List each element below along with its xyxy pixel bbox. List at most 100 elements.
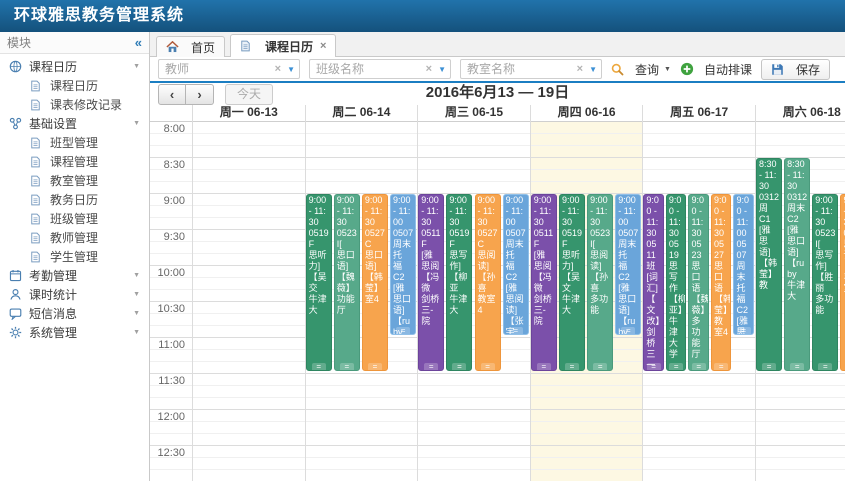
chevron-down-icon[interactable]: ▼ (586, 65, 597, 74)
next-week-button[interactable]: › (186, 84, 214, 105)
resize-handle[interactable]: = (818, 363, 832, 370)
tab-1[interactable]: 课程日历× (230, 34, 336, 57)
calendar-event[interactable]: 9:00 - 11:30 0523 思口语 【魏 薇】多 功能厅= (688, 194, 709, 371)
sidebar-item[interactable]: 课程管理 (0, 152, 149, 171)
day-header-divider (150, 121, 845, 122)
expand-caret-icon[interactable]: ▼ (133, 120, 140, 127)
expand-caret-icon[interactable]: ▼ (133, 63, 140, 70)
calendar-event[interactable]: 9:00 - 11:30 0519 思写作 【柳 亚】牛 津大学= (666, 194, 687, 371)
resize-handle[interactable]: = (669, 363, 683, 370)
calendar-event[interactable]: 9:00 - 11:30 0511 班[词 汇]【 文改】 剑桥三 一学院= (643, 194, 664, 371)
calendar-event[interactable]: 9:00 - 11:30 0523I[ 思口语] 【魏薇】 功能厅= (334, 194, 360, 371)
sidebar-item[interactable]: 班级管理 (0, 209, 149, 228)
resize-handle[interactable]: = (481, 363, 495, 370)
resize-handle[interactable]: = (762, 363, 776, 370)
sidebar: « 模块 课程日历▼课程日历课表修改记录基础设置▼班型管理课程管理教室管理教务日… (0, 32, 150, 481)
sidebar-item[interactable]: 学生管理 (0, 247, 149, 266)
calendar-event[interactable]: 8:30 - 11:30 0312周 C1[雅思 语]【韩 莹】教= (756, 158, 782, 371)
main-panel: 首页课程日历× ×▼×▼×▼ 查询 ▼ 自动排课 保存 2016年6月13 — … (150, 32, 845, 481)
calendar-event[interactable]: 9:00 - 11:30 0527C 思阅读] 【孙喜 教室4= (475, 194, 501, 371)
calendar-event[interactable]: 9:00 - 11:30 0519F 思听力] 【吴文 牛津大= (559, 194, 585, 371)
calendar-event[interactable]: 9:00 - 11:30 0527 思阅 读] 【 丰】 室= (840, 194, 845, 371)
sidebar-item[interactable]: 课程日历 (0, 76, 149, 95)
clear-icon[interactable]: × (272, 63, 284, 75)
sidebar-item-label: 基础设置 (29, 115, 77, 132)
resize-handle[interactable]: = (452, 363, 466, 370)
sidebar-group[interactable]: 课时统计▼ (0, 285, 149, 304)
auto-schedule-button[interactable]: 自动排课 (680, 61, 752, 78)
resize-handle[interactable]: = (509, 327, 523, 334)
close-tab-icon[interactable]: × (320, 40, 326, 52)
day-header: 周三 06-15 (417, 105, 530, 121)
resize-handle[interactable]: = (396, 327, 410, 334)
resize-handle[interactable]: = (593, 363, 607, 370)
sidebar-item[interactable]: 教室管理 (0, 171, 149, 190)
filter-input-0[interactable] (163, 61, 272, 77)
calendar-event[interactable]: 9:00 - 11:00 0507 周末托 福 C2[雅 思阅 读] 【张宇 苗… (503, 194, 529, 335)
calendar-event[interactable]: 9:00 - 11:30 0527C 思口语] 【韩莹】 室4= (362, 194, 388, 371)
calendar-event[interactable]: 9:00 - 11:30 0527 思口语 【韩 莹】教 室4= (711, 194, 732, 371)
time-label: 9:30 (150, 231, 185, 243)
time-label: 11:00 (150, 339, 185, 351)
prev-week-button[interactable]: ‹ (158, 84, 186, 105)
day-header: 周二 06-14 (305, 105, 418, 121)
sidebar-item[interactable]: 班型管理 (0, 133, 149, 152)
sidebar-item[interactable]: 教务日历 (0, 190, 149, 209)
save-button[interactable]: 保存 (761, 59, 830, 80)
calendar-event[interactable]: 9:00 - 11:30 0519F 思听力] 【吴交 牛津大= (306, 194, 332, 371)
calendar-event[interactable]: 9:00 - 11:30 0511F [雅思阅 【冯微 剑桥三- 院= (418, 194, 444, 371)
filter-input-1[interactable] (314, 61, 423, 77)
event-title: 9:00 - 11:30 0511 班[词 汇]【 文改】 剑桥三 一学院 (644, 195, 663, 371)
resize-handle[interactable]: = (424, 363, 438, 370)
resize-handle[interactable]: = (368, 363, 382, 370)
sidebar-group[interactable]: 课程日历▼ (0, 57, 149, 76)
tabdoc-icon (240, 40, 255, 53)
calendar-grid: 8:008:309:009:3010:0010:3011:0011:3012:0… (150, 105, 845, 481)
resize-handle[interactable]: = (692, 363, 706, 370)
expand-caret-icon[interactable]: ▼ (133, 310, 140, 317)
sidebar-item-label: 课程管理 (50, 153, 98, 170)
tab-0[interactable]: 首页 (156, 36, 225, 57)
resize-handle[interactable]: = (647, 363, 661, 370)
chevron-down-icon[interactable]: ▼ (435, 65, 446, 74)
day-header: 周五 06-17 (642, 105, 755, 121)
query-button[interactable]: 查询 ▼ (611, 61, 671, 78)
event-title: 9:00 - 11:30 0527 思阅 读] 【 丰】 室 (841, 195, 845, 294)
calendar-event[interactable]: 9:00 - 11:00 0507 周末托 福 C2[雅 思口 语] 【ruby… (615, 194, 641, 335)
resize-handle[interactable]: = (312, 363, 326, 370)
resize-handle[interactable]: = (790, 363, 804, 370)
calendar-event[interactable]: 9:00 - 11:00 0507 周末托 福 C2[雅 思口 语] 【ruby… (390, 194, 416, 335)
expand-caret-icon[interactable]: ▼ (133, 291, 140, 298)
calendar-event[interactable]: 9:00 - 11:30 0523I[ 思写作] 【胜丽 多功能= (812, 194, 838, 371)
calendar-event[interactable]: 9:00 - 11:00 0507 周末 托福 C2[雅 思阅 读] 【张 宇 … (733, 194, 754, 335)
collapse-sidebar-icon[interactable]: « (135, 32, 142, 54)
sidebar-group[interactable]: 系统管理▼ (0, 323, 149, 342)
chevron-down-icon[interactable]: ▼ (284, 65, 295, 74)
grid-line (150, 157, 845, 158)
filter-input-2[interactable] (465, 61, 574, 77)
expand-caret-icon[interactable]: ▼ (133, 329, 140, 336)
sidebar-item[interactable]: 课表修改记录 (0, 95, 149, 114)
clear-icon[interactable]: × (574, 63, 586, 75)
resize-handle[interactable]: = (737, 327, 751, 334)
calendar-event[interactable]: 9:00 - 11:30 0511F [雅思阅 【冯微 剑桥三- 院= (531, 194, 557, 371)
today-button[interactable]: 今天 (225, 84, 273, 105)
resize-handle[interactable]: = (565, 363, 579, 370)
calendar-event[interactable]: 9:00 - 11:30 0523I[ 思阅读] 【孙喜 多功能= (587, 194, 613, 371)
sidebar-group[interactable]: 短信消息▼ (0, 304, 149, 323)
resize-handle[interactable]: = (537, 363, 551, 370)
sidebar-group[interactable]: 基础设置 ▼ (0, 114, 149, 133)
expand-caret-icon[interactable]: ▼ (133, 272, 140, 279)
resize-handle[interactable]: = (621, 327, 635, 334)
resize-handle[interactable]: = (340, 363, 354, 370)
sidebar-item[interactable]: 教师管理 (0, 228, 149, 247)
calendar-event[interactable]: 8:30 - 11:30 0312周末 C2[雅思口 语] 【ruby 牛津大= (784, 158, 810, 371)
clear-icon[interactable]: × (423, 63, 435, 75)
resize-handle[interactable]: = (714, 363, 728, 370)
message-icon (9, 307, 24, 320)
sidebar-group[interactable]: 考勤管理▼ (0, 266, 149, 285)
grid-line (150, 457, 845, 458)
calendar-event[interactable]: 9:00 - 11:30 0519F 思写作] 【柳亚 牛津大= (446, 194, 472, 371)
time-label: 11:30 (150, 375, 185, 387)
grid-line (150, 409, 845, 410)
